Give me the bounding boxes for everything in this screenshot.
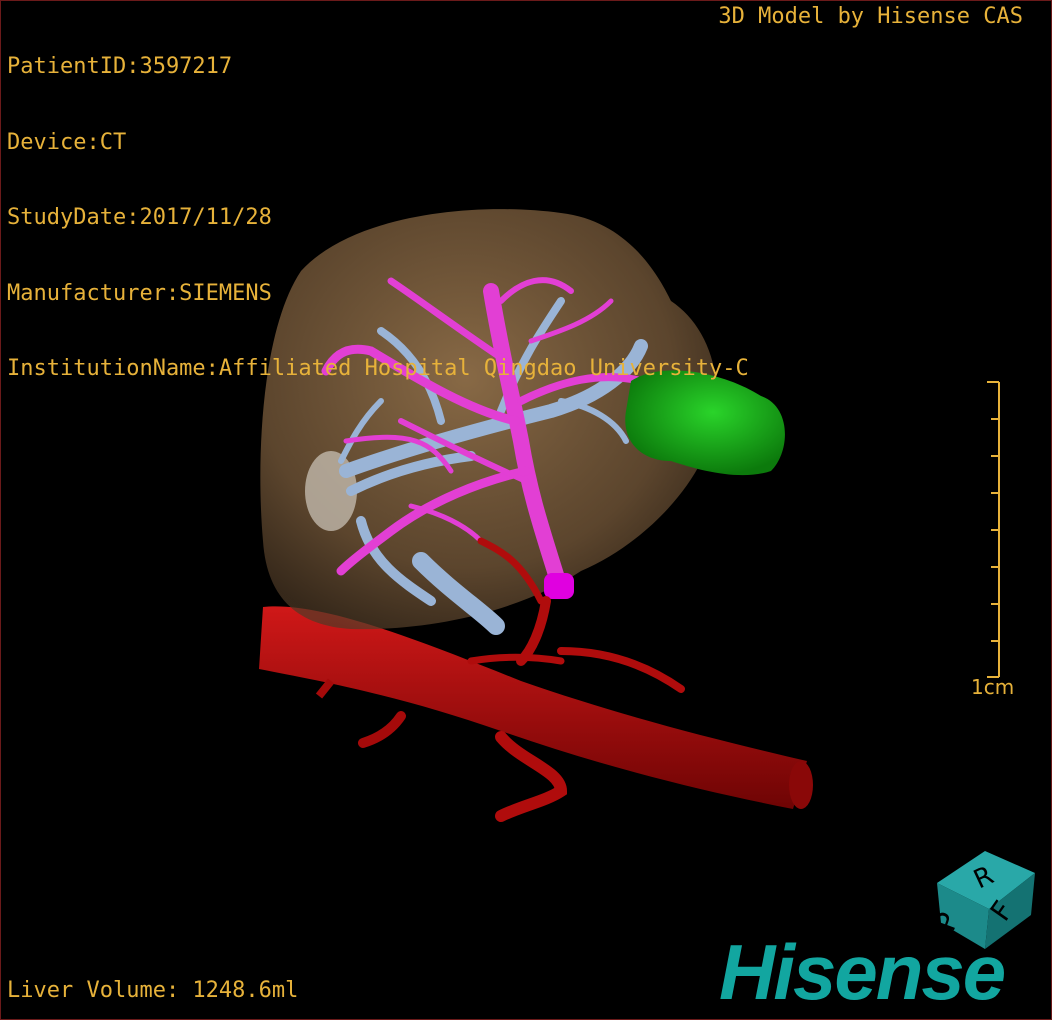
- scale-bar: [987, 381, 1000, 678]
- scale-label: 1cm: [971, 675, 1015, 699]
- device: Device:CT: [7, 129, 127, 155]
- dicom-info-overlay: PatientID:3597217 Device:CT StudyDate:20…: [7, 4, 749, 432]
- 3d-viewport[interactable]: PatientID:3597217 Device:CT StudyDate:20…: [0, 0, 1052, 1020]
- liver-volume: Liver Volume: 1248.6ml: [7, 978, 299, 1003]
- portal-vein-stump: [544, 573, 574, 599]
- hisense-logo: Hisense: [719, 928, 1006, 1016]
- model-credit: 3D Model by Hisense CAS: [718, 4, 1023, 29]
- institution-name: InstitutionName:Affiliated Hospital Qing…: [7, 356, 749, 381]
- patient-id: PatientID:3597217: [7, 54, 233, 79]
- manufacturer: Manufacturer:SIEMENS: [7, 280, 272, 306]
- study-date: StudyDate:2017/11/28: [7, 205, 272, 230]
